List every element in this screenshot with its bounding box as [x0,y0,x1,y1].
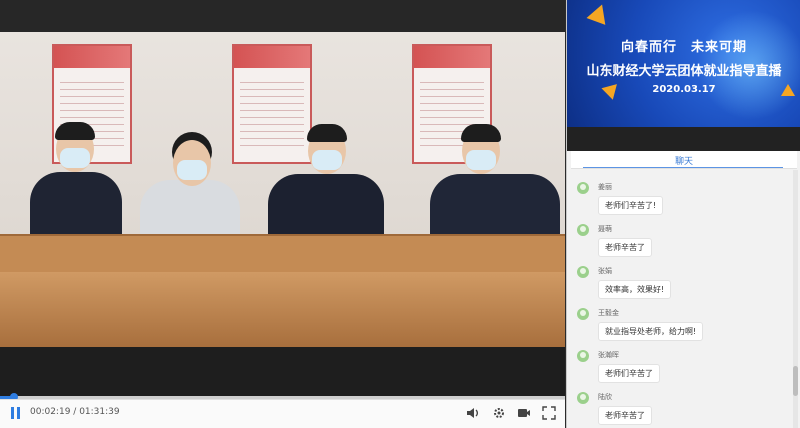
video-letterbox-bottom [0,347,565,399]
user-avatar-icon [577,224,589,236]
conference-table [0,234,565,274]
chat-username: 陆欣 [598,393,612,401]
playback-time: 00:02:19 / 01:31:39 [30,407,120,417]
time-separator: / [70,407,80,417]
total-time: 01:31:39 [79,407,120,417]
conference-table-front [0,272,565,347]
video-player[interactable]: 00:02:19 / 01:31:39 [0,0,565,428]
video-frame[interactable] [0,32,565,347]
chat-username: 王毅金 [598,309,619,317]
fullscreen-icon[interactable] [542,406,556,425]
user-avatar-icon [577,392,589,404]
user-avatar-icon [577,350,589,362]
user-avatar-icon [577,266,589,278]
participant [430,122,560,252]
decor-triangle [586,1,612,25]
chat-message-list[interactable]: 姜丽 老师们辛苦了! 聂萌 老师辛苦了 张娟 效率高，效果好! 王毅金 就业指导处老师，给力啊… [571,170,793,428]
chat-bubble: 老师们辛苦了 [598,364,660,383]
app-window: 00:02:19 / 01:31:39 向春而行 未来可期 山东财经大学云团体就… [0,0,800,428]
player-controls: 00:02:19 / 01:31:39 [0,399,565,428]
banner-slogan: 向春而行 未来可期 [620,40,747,55]
scrollbar-thumb[interactable] [793,366,798,396]
side-panel: 向春而行 未来可期 山东财经大学云团体就业指导直播 2020.03.17 聊天 … [566,0,800,428]
chat-bubble: 老师辛苦了 [598,238,652,257]
chat-tabs: 聊天 [571,151,797,169]
camera-icon[interactable] [517,406,531,425]
tab-underline [583,167,783,168]
tab-chat[interactable]: 聊天 [571,154,797,167]
event-banner: 向春而行 未来可期 山东财经大学云团体就业指导直播 2020.03.17 [567,0,800,127]
chat-username: 张娟 [598,267,612,275]
chat-bubble: 效率高，效果好! [598,280,672,299]
chat-bubble: 就业指导处老师，给力啊! [598,322,704,341]
chat-bubble: 老师们辛苦了! [598,196,664,215]
chat-username: 聂萌 [598,225,612,233]
pause-icon[interactable] [10,406,22,425]
video-letterbox-top [0,0,565,32]
chat-bubble: 老师辛苦了 [598,406,652,425]
banner-title: 山东财经大学云团体就业指导直播 [586,64,782,79]
banner-date: 2020.03.17 [652,84,716,95]
banner-footer [567,127,800,151]
volume-icon[interactable] [466,406,480,425]
chat-username: 姜丽 [598,183,612,191]
current-time: 00:02:19 [30,407,71,417]
participant [30,122,122,252]
participant [268,122,384,252]
user-avatar-icon [577,308,589,320]
user-avatar-icon [577,182,589,194]
chat-scrollbar[interactable] [793,170,798,428]
settings-icon[interactable] [492,406,506,425]
chat-username: 张瀚晖 [598,351,619,359]
